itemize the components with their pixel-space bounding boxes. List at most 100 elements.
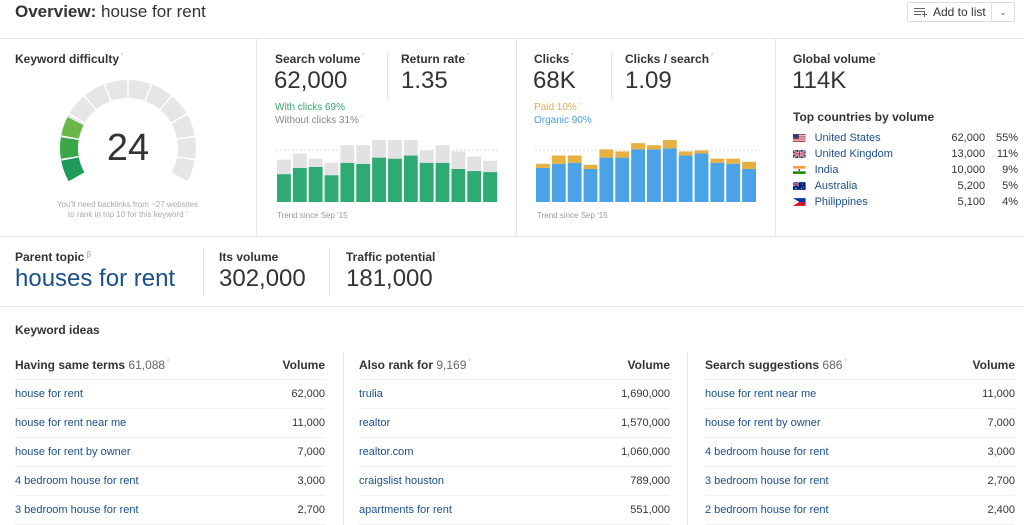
bar-with-clicks[interactable] [403, 155, 418, 202]
keyword-link[interactable]: realtor [359, 417, 390, 429]
keyword-link[interactable]: house for rent by owner [705, 417, 821, 429]
bar-with-clicks[interactable] [467, 171, 482, 202]
bar-without-clicks[interactable] [292, 153, 307, 168]
column-title[interactable]: Having same terms 61,088 ' [15, 358, 169, 372]
keyword-link[interactable]: trulia [359, 388, 383, 400]
chevron-down-icon[interactable]: ⌄ [992, 7, 1014, 18]
bar-paid[interactable] [662, 140, 677, 149]
bar-with-clicks[interactable] [483, 172, 497, 202]
info-icon[interactable]: ' [844, 358, 846, 367]
bar-without-clicks[interactable] [356, 145, 371, 164]
bar-with-clicks[interactable] [451, 168, 466, 202]
bar-with-clicks[interactable] [372, 157, 386, 202]
bar-organic[interactable] [551, 163, 566, 202]
bar-organic[interactable] [599, 157, 614, 202]
keyword-link[interactable]: realtor.com [359, 446, 413, 458]
info-icon[interactable]: ' [437, 250, 439, 259]
bar-paid[interactable] [615, 151, 630, 158]
parent-topic-link[interactable]: houses for rent [15, 265, 175, 293]
bar-without-clicks[interactable] [403, 140, 418, 156]
keyword-link[interactable]: house for rent [15, 388, 83, 400]
add-to-list-button[interactable]: Add to list [908, 3, 992, 21]
keyword-link[interactable]: house for rent near me [15, 417, 126, 429]
bar-paid[interactable] [599, 149, 614, 158]
info-icon[interactable]: ' [878, 52, 880, 61]
bar-without-clicks[interactable] [372, 140, 386, 158]
bar-without-clicks[interactable] [277, 159, 291, 175]
column-title[interactable]: Search suggestions 686 ' [705, 358, 846, 372]
bar-paid[interactable] [694, 150, 709, 154]
bar-with-clicks[interactable] [435, 162, 450, 202]
bar-with-clicks[interactable] [308, 166, 323, 202]
difficulty-note-line2: to rank in top 10 for this keyword ' [30, 210, 225, 220]
keyword-link[interactable]: 3 bedroom house for rent [15, 504, 139, 516]
bar-organic[interactable] [662, 148, 677, 202]
bar-organic[interactable] [647, 149, 661, 202]
bar-without-clicks[interactable] [435, 145, 450, 163]
bar-organic[interactable] [615, 157, 630, 202]
info-icon[interactable]: ' [468, 358, 470, 367]
bar-without-clicks[interactable] [308, 158, 323, 167]
bar-with-clicks[interactable] [324, 175, 339, 202]
column-title[interactable]: Also rank for 9,169 ' [359, 358, 470, 372]
info-icon[interactable]: ' [362, 52, 364, 61]
bar-without-clicks[interactable] [467, 156, 482, 172]
country-name-link[interactable]: United States [815, 132, 941, 144]
country-name-link[interactable]: United Kingdom [815, 148, 941, 160]
info-icon[interactable]: ' [361, 115, 363, 124]
keyword-link[interactable]: 4 bedroom house for rent [15, 475, 139, 487]
bar-paid[interactable] [536, 163, 550, 168]
bar-paid[interactable] [567, 155, 582, 163]
bar-without-clicks[interactable] [388, 140, 402, 159]
bar-paid[interactable] [726, 158, 741, 164]
bar-organic[interactable] [726, 163, 741, 202]
info-icon[interactable]: ' [167, 358, 169, 367]
country-name-link[interactable]: Philippines [815, 196, 941, 208]
bar-organic[interactable] [694, 153, 709, 202]
keyword-link[interactable]: house for rent near me [705, 388, 816, 400]
bar-organic[interactable] [631, 149, 645, 202]
bar-paid[interactable] [710, 158, 725, 163]
bar-paid[interactable] [551, 155, 566, 164]
bar-without-clicks[interactable] [324, 162, 339, 176]
bar-organic[interactable] [583, 168, 598, 202]
country-name-link[interactable]: Australia [815, 180, 941, 192]
bar-without-clicks[interactable] [340, 145, 355, 163]
keyword-link[interactable]: craigslist houston [359, 475, 444, 487]
info-icon[interactable]: ' [121, 52, 123, 61]
bar-organic[interactable] [678, 155, 693, 202]
bar-organic[interactable] [710, 162, 725, 202]
bar-with-clicks[interactable] [356, 163, 371, 202]
bar-paid[interactable] [631, 143, 645, 150]
bar-paid[interactable] [678, 151, 693, 156]
bar-with-clicks[interactable] [340, 162, 355, 202]
bar-without-clicks[interactable] [451, 151, 466, 169]
divider [775, 38, 776, 236]
bar-with-clicks[interactable] [419, 162, 434, 202]
keyword-link[interactable]: house for rent by owner [15, 446, 131, 458]
info-icon[interactable]: ' [579, 102, 581, 111]
keyword-row: house for rent by owner 7,000 [705, 409, 1015, 438]
keyword-link[interactable]: apartments for rent [359, 504, 452, 516]
bar-organic[interactable] [742, 168, 756, 202]
bar-paid[interactable] [742, 161, 756, 169]
info-icon[interactable]: ' [186, 210, 188, 219]
bar-organic[interactable] [536, 167, 550, 202]
bar-with-clicks[interactable] [277, 174, 291, 202]
country-name-link[interactable]: India [815, 164, 941, 176]
keyword-link[interactable]: 4 bedroom house for rent [705, 446, 829, 458]
info-icon[interactable]: ' [711, 52, 713, 61]
column-count: 61,088 [128, 357, 166, 372]
bar-paid[interactable] [583, 164, 598, 169]
bar-without-clicks[interactable] [419, 150, 434, 163]
bar-with-clicks[interactable] [388, 158, 402, 202]
info-icon[interactable]: ' [467, 52, 469, 61]
volume-column-header: Volume [282, 357, 325, 372]
bar-with-clicks[interactable] [292, 167, 307, 202]
info-icon[interactable]: ' [571, 52, 573, 61]
keyword-link[interactable]: 3 bedroom house for rent [705, 475, 829, 487]
keyword-link[interactable]: 2 bedroom house for rent [705, 504, 829, 516]
bar-organic[interactable] [567, 162, 582, 202]
bar-without-clicks[interactable] [483, 160, 497, 173]
bar-paid[interactable] [647, 145, 661, 150]
